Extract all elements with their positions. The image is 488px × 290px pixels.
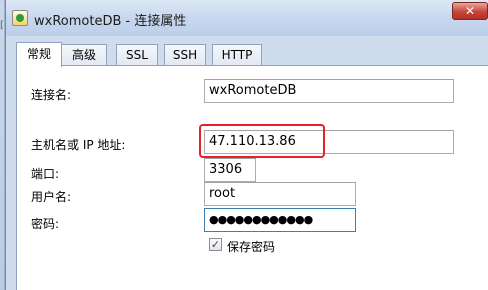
checkmark-icon: ✓ — [210, 238, 221, 251]
tab-ssh[interactable]: SSH — [164, 44, 206, 66]
username-input[interactable]: root — [204, 182, 356, 206]
general-tab-panel: 连接名: wxRomoteDB 主机名或 IP 地址: 47.110.13.86… — [16, 65, 488, 290]
host-label: 主机名或 IP 地址: — [31, 138, 126, 152]
connection-name-input[interactable]: wxRomoteDB — [204, 79, 454, 103]
background-glyph: [ — [0, 20, 4, 31]
connection-name-label: 连接名: — [31, 88, 72, 102]
tab-ssl[interactable]: SSL — [116, 44, 158, 66]
port-label: 端口: — [31, 167, 60, 181]
database-connection-icon — [12, 10, 28, 26]
close-button[interactable]: ✕ — [452, 2, 488, 20]
password-label: 密码: — [31, 217, 60, 231]
connection-properties-dialog: wxRomoteDB - 连接属性 ✕ 常规 高级 SSL SSH HTTP 连… — [5, 0, 488, 290]
password-input[interactable]: ●●●●●●●●●●●● — [204, 208, 356, 232]
window-title: wxRomoteDB - 连接属性 — [34, 14, 187, 29]
close-icon: ✕ — [464, 4, 476, 18]
tab-strip: 常规 高级 SSL SSH HTTP — [16, 42, 488, 67]
tab-http[interactable]: HTTP — [212, 44, 262, 66]
save-password-label[interactable]: 保存密码 — [227, 238, 275, 255]
port-input[interactable]: 3306 — [204, 158, 256, 182]
title-bar[interactable]: wxRomoteDB - 连接属性 ✕ — [6, 0, 488, 36]
tab-advanced[interactable]: 高级 — [61, 44, 107, 66]
tab-general[interactable]: 常规 — [16, 42, 62, 67]
host-highlight-annotation — [199, 124, 325, 158]
save-password-checkbox[interactable]: ✓ — [209, 238, 222, 251]
username-label: 用户名: — [31, 190, 72, 204]
